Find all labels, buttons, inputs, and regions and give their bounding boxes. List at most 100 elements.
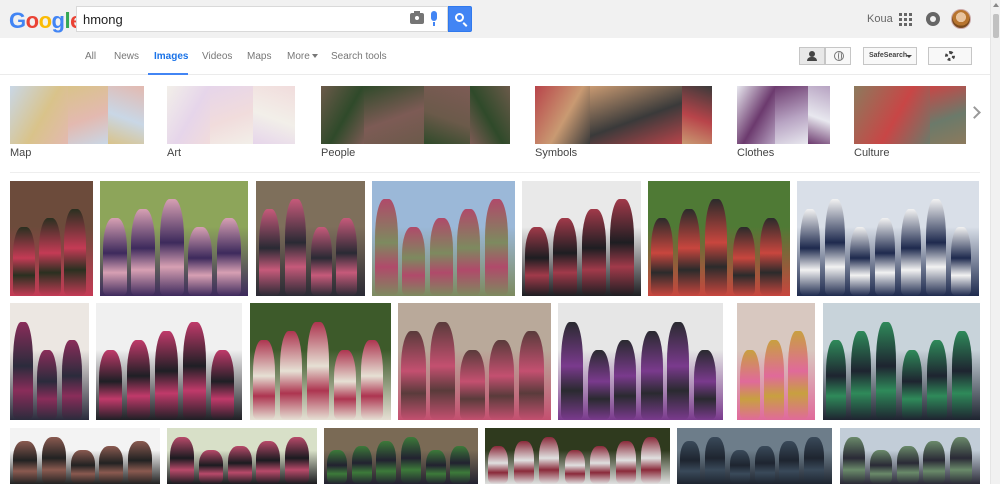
- category-thumbnail: [535, 86, 590, 144]
- category-thumbnail: [108, 86, 144, 144]
- image-figure: [804, 437, 825, 484]
- image-figure: [651, 218, 673, 296]
- search-button[interactable]: [448, 6, 472, 32]
- image-figure: [37, 350, 58, 420]
- category-thumbnail: [364, 86, 424, 144]
- logo-letter: o: [25, 8, 39, 33]
- category-thumbnail: [210, 86, 253, 144]
- image-figure: [615, 441, 636, 484]
- image-figure: [896, 446, 919, 484]
- image-figure: [764, 340, 784, 420]
- image-result[interactable]: [737, 303, 815, 420]
- image-figure: [926, 340, 947, 420]
- camera-icon[interactable]: [410, 11, 424, 24]
- personal-results-toggle[interactable]: [799, 47, 825, 65]
- tab-search-tools[interactable]: Search tools: [331, 51, 387, 62]
- image-figure: [170, 437, 194, 484]
- active-tab-indicator: [148, 73, 188, 75]
- image-figure: [401, 331, 426, 420]
- image-figure: [680, 441, 700, 484]
- scroll-thumb[interactable]: [993, 14, 999, 38]
- magnifier-icon: [455, 13, 464, 22]
- image-figure: [351, 446, 372, 484]
- category-label: Art: [167, 147, 182, 159]
- image-figure: [609, 199, 634, 296]
- image-result[interactable]: [96, 303, 242, 420]
- image-figure: [587, 350, 610, 420]
- image-result[interactable]: [256, 181, 365, 296]
- image-result[interactable]: [10, 303, 89, 420]
- image-figure: [61, 340, 82, 420]
- category-thumbnail: [808, 86, 830, 144]
- safesearch-dropdown[interactable]: SafeSearch: [863, 47, 917, 65]
- image-figure: [198, 450, 223, 484]
- image-figure: [402, 227, 426, 296]
- tab-more[interactable]: More: [287, 51, 318, 62]
- tab-videos[interactable]: Videos: [202, 51, 232, 62]
- tab-news[interactable]: News: [114, 51, 139, 62]
- tab-all[interactable]: All: [85, 51, 96, 62]
- settings-button[interactable]: [928, 47, 972, 65]
- image-figure: [183, 322, 206, 420]
- top-bar: Google Koua: [0, 0, 990, 38]
- image-result[interactable]: [372, 181, 515, 296]
- image-figure: [788, 331, 808, 420]
- image-result[interactable]: [10, 181, 93, 296]
- image-result[interactable]: [840, 428, 980, 484]
- image-figure: [310, 227, 332, 296]
- image-figure: [667, 322, 689, 420]
- image-figure: [581, 209, 606, 296]
- person-icon: [807, 51, 817, 61]
- image-figure: [740, 350, 760, 420]
- image-figure: [375, 199, 398, 296]
- image-result[interactable]: [522, 181, 641, 296]
- tab-images[interactable]: Images: [154, 51, 188, 62]
- logo-letter: o: [38, 8, 52, 33]
- image-result[interactable]: [797, 181, 979, 296]
- account-name[interactable]: Koua: [867, 13, 893, 25]
- category-label: Map: [10, 147, 32, 159]
- image-result[interactable]: [648, 181, 790, 296]
- image-result[interactable]: [398, 303, 551, 420]
- divider: [10, 172, 980, 173]
- category-thumbnail: [424, 86, 470, 144]
- category-label: Symbols: [535, 147, 578, 159]
- tab-maps[interactable]: Maps: [247, 51, 271, 62]
- hide-personal-results-toggle[interactable]: [825, 47, 851, 65]
- image-figure: [641, 437, 662, 484]
- apps-grid-icon[interactable]: [899, 13, 912, 26]
- image-figure: [38, 218, 61, 296]
- image-figure: [336, 218, 358, 296]
- image-result[interactable]: [324, 428, 478, 484]
- image-result[interactable]: [100, 181, 248, 296]
- chevron-right-icon[interactable]: [968, 106, 981, 119]
- notifications-icon[interactable]: [926, 12, 940, 26]
- category-thumbnail: [775, 86, 808, 144]
- scrollbar[interactable]: [990, 0, 1000, 484]
- image-figure: [127, 340, 150, 420]
- image-figure: [64, 209, 87, 296]
- image-figure: [539, 437, 560, 484]
- category-thumbnail: [470, 86, 510, 144]
- search-input[interactable]: [83, 10, 383, 28]
- image-result[interactable]: [167, 428, 317, 484]
- image-result[interactable]: [558, 303, 723, 420]
- microphone-icon[interactable]: [431, 11, 437, 26]
- image-result[interactable]: [250, 303, 391, 420]
- scroll-up-arrow-icon[interactable]: [993, 3, 999, 7]
- image-result[interactable]: [677, 428, 832, 484]
- image-figure: [253, 340, 275, 420]
- image-result[interactable]: [10, 428, 160, 484]
- category-thumbnail: [10, 86, 68, 144]
- image-result[interactable]: [485, 428, 670, 484]
- category-thumbnail: [321, 86, 364, 144]
- category-label: Clothes: [737, 147, 775, 159]
- image-result[interactable]: [823, 303, 980, 420]
- category-thumbnail: [854, 86, 930, 144]
- image-figure: [564, 450, 585, 484]
- google-logo[interactable]: Google: [9, 8, 82, 34]
- image-figure: [430, 322, 456, 420]
- globe-icon: [834, 51, 844, 61]
- logo-letter: G: [9, 8, 26, 33]
- avatar[interactable]: [951, 9, 971, 29]
